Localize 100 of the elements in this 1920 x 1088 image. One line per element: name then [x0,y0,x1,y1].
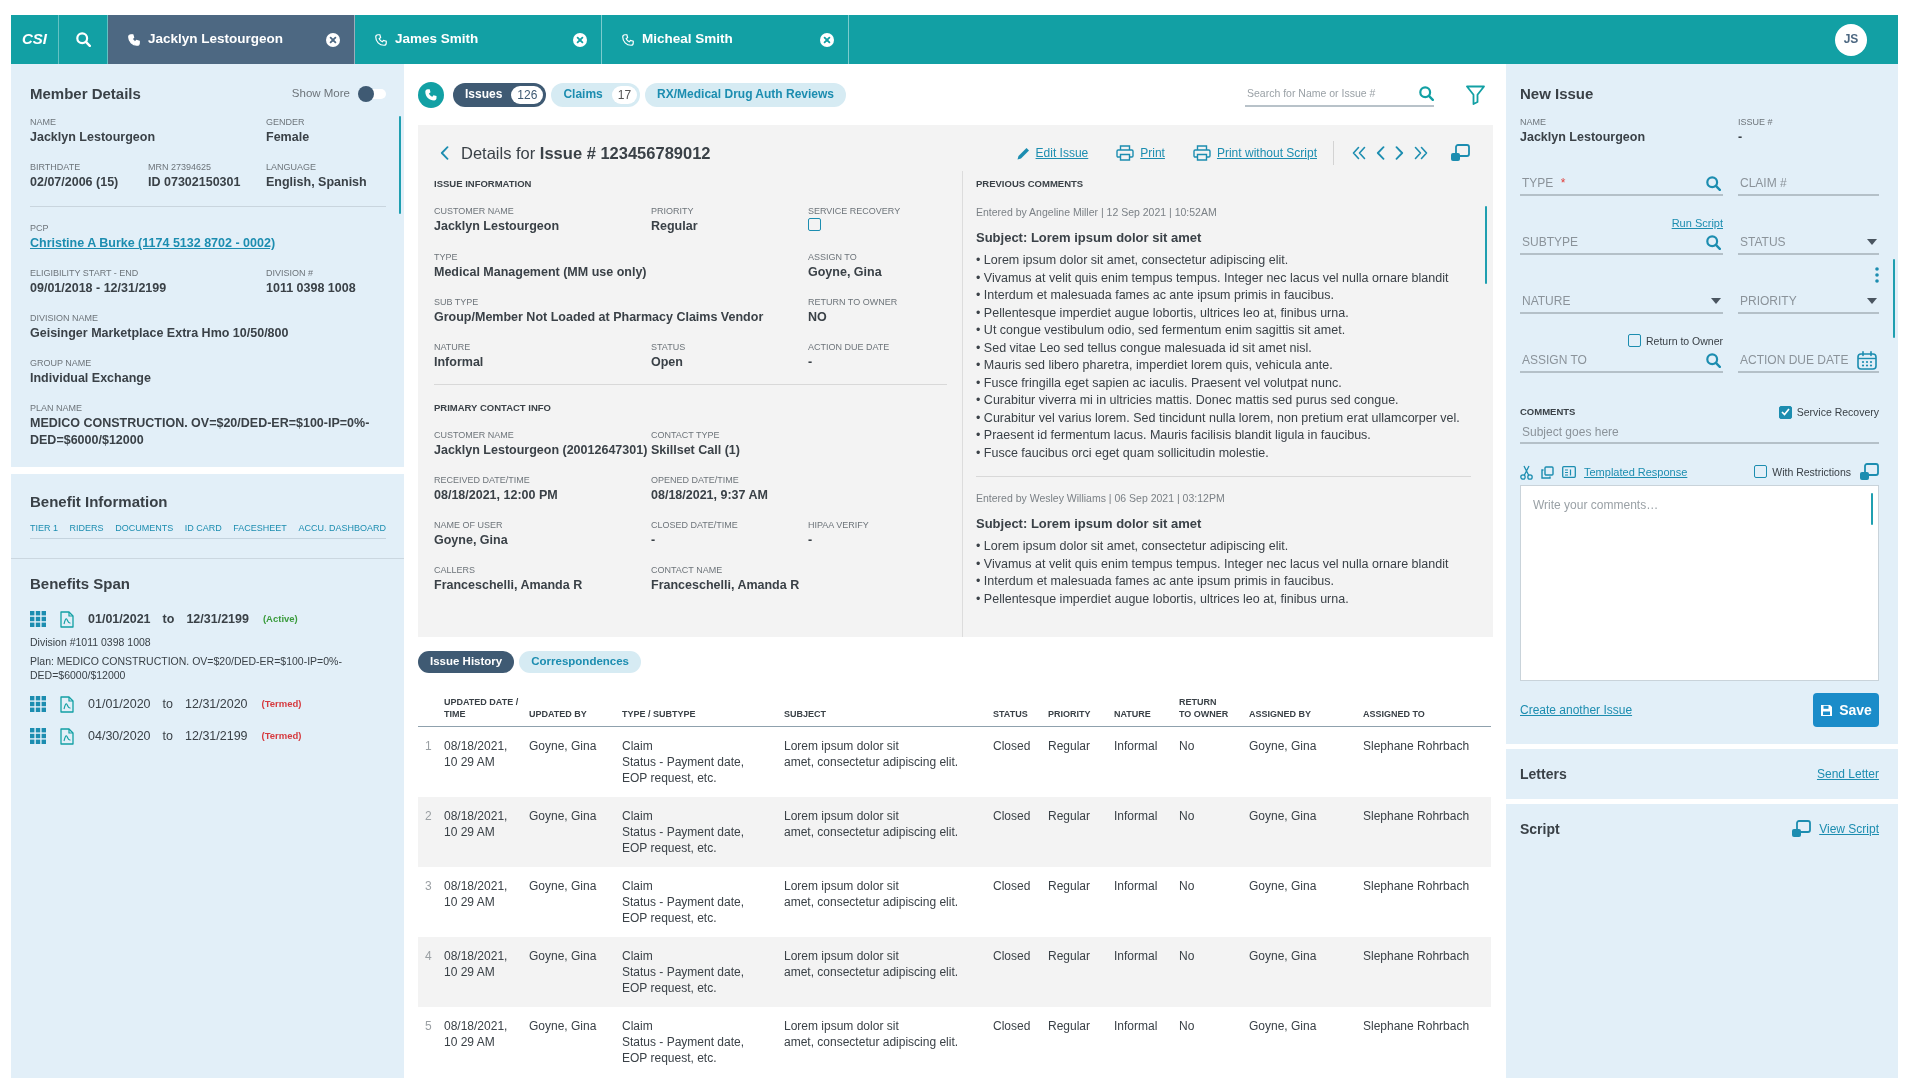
chevron-left-icon[interactable] [1376,146,1385,160]
comment-line: • Pellentesque imperdiet augue lobortis, ultrices leo at, finibus urna. [976,590,1350,608]
table-cell: Lorem ipsum dolor sit amet, consectetur adipiscing elit. [784,936,993,1007]
benefit-link[interactable]: RIDERS [69,522,104,534]
document-icon[interactable] [60,727,74,745]
toolbar-link[interactable]: Print without Script [1192,144,1317,162]
record-tab[interactable]: RX/Medical Drug Auth Reviews [645,82,847,107]
filter-icon[interactable] [1466,84,1485,105]
floppy-icon [1820,703,1834,717]
checkbox[interactable] [1627,334,1641,348]
field-link[interactable]: Run Script [1671,215,1723,231]
panel-title: Member Details [30,84,141,104]
input-field[interactable]: SUBTYPE [1520,233,1702,251]
calendar-icon[interactable] [1857,350,1877,370]
double-chevron-right-icon[interactable] [1414,146,1428,160]
send-letter-link[interactable]: Send Letter [1816,765,1879,783]
scrollbar-thumb[interactable] [1893,259,1895,338]
save-button[interactable]: Save [1813,693,1879,727]
record-tab[interactable]: Claims 17 [551,82,641,107]
comment-subject: Subject: Lorem ipsum dolor sit amet [976,229,1203,247]
grid-icon[interactable] [30,728,46,744]
close-icon[interactable] [573,32,587,47]
checkbox[interactable] [1778,405,1792,419]
grid-icon[interactable] [30,611,46,627]
comment-textarea[interactable]: Write your comments… [1520,485,1879,681]
input-field[interactable]: STATUS [1738,233,1863,251]
history-tab[interactable]: Correspondences [519,651,641,673]
table-cell: Lorem ipsum dolor sit amet, consectetur adipiscing elit. [784,1006,993,1077]
search-icon[interactable] [1706,352,1721,368]
document-icon[interactable] [60,695,74,713]
search-icon[interactable] [1706,175,1721,191]
caret-down-icon[interactable] [1711,298,1721,304]
search-icon[interactable] [1706,234,1721,250]
panel-title: Benefit Information [30,492,169,512]
benefit-link[interactable]: ID CARD [184,522,222,534]
phone-circle-icon[interactable] [418,81,444,108]
chevron-left-icon[interactable] [440,146,449,160]
close-icon[interactable] [820,32,834,47]
details-title: Details for Issue # 123456789012 [461,143,711,164]
window-icon[interactable] [1859,463,1879,481]
kebab-menu-icon[interactable] [1875,267,1879,283]
checkbox[interactable] [808,218,821,231]
table-cell: Informal [1114,936,1179,1007]
benefit-link[interactable]: FACESHEET [233,522,287,534]
checkbox[interactable] [1754,465,1768,479]
table-cell: Closed [993,936,1048,1007]
window-icon[interactable] [1791,820,1812,838]
subject-field[interactable]: Subject goes here [1520,423,1877,441]
template-icon[interactable] [1562,466,1576,478]
scrollbar-thumb[interactable] [399,116,401,214]
benefit-link[interactable]: DOCUMENTS [115,522,174,534]
chevron-right-icon[interactable] [1395,146,1404,160]
column-header: NATURE [1114,692,1179,726]
grid-icon[interactable] [30,696,46,712]
table-cell: No [1179,726,1249,797]
caret-down-icon[interactable] [1867,298,1877,304]
search-field[interactable]: Search for Name or Issue # [1245,86,1419,101]
history-tab[interactable]: Issue History [418,651,515,673]
search-icon[interactable] [1419,86,1434,101]
toolbar-link[interactable]: Print [1116,144,1165,162]
close-icon[interactable] [326,32,340,47]
toolbar-link[interactable]: Edit Issue [1016,144,1089,162]
input-field[interactable]: PRIORITY [1738,292,1863,310]
scrollbar-thumb[interactable] [1871,493,1873,525]
input-field[interactable]: ASSIGN TO [1520,351,1702,369]
phone-icon [128,33,140,46]
field-value: - [808,354,814,371]
field-value: Female [266,129,311,146]
date-text: 12/31/2199 [186,610,249,628]
field-label: RETURN TO OWNER [808,296,899,308]
table-cell: Regular [1048,1006,1114,1077]
caret-down-icon[interactable] [1867,239,1877,245]
templated-response-link[interactable]: Templated Response [1584,464,1688,480]
record-tab[interactable]: Issues 126 [453,82,547,107]
benefit-link[interactable]: TIER 1 [30,522,58,534]
input-field[interactable]: NATURE [1520,292,1707,310]
user-avatar[interactable]: JS [1835,23,1867,56]
benefit-link[interactable]: ACCU. DASHBOARD [298,522,386,534]
input-field[interactable]: TYPE [1520,174,1557,192]
view-script-link[interactable]: View Script [1819,820,1879,838]
toggle-switch[interactable] [358,86,386,102]
table-cell: Goyne, Gina [1249,726,1363,797]
double-chevron-left-icon[interactable] [1352,146,1366,160]
copy-icon[interactable] [1541,465,1554,479]
field-label: LANGUAGE [266,161,317,173]
field-value: - [1738,129,1744,146]
patient-tab[interactable]: Jacklyn Lestourgeon [108,15,355,64]
comment-line: • Curabitur vel varius lorem. Sed tincidunt nulla lorem, non pretium erat ullamcorper vel. [976,409,1461,427]
field-link[interactable]: Christine A Burke (1174 5132 8702 - 0002) [30,235,276,252]
input-field[interactable]: CLAIM # [1738,174,1877,192]
window-icon[interactable] [1450,144,1470,162]
patient-tab[interactable]: Micheal Smith [602,15,849,64]
scissors-icon[interactable] [1520,464,1533,480]
search-icon[interactable] [75,32,91,47]
comment-line: • Lorem ipsum dolor sit amet, consectetur adipiscing elit. [976,252,1290,269]
input-field[interactable]: ACTION DUE DATE [1738,351,1853,369]
printer-icon [1116,145,1135,161]
scrollbar-thumb[interactable] [1485,206,1487,284]
document-icon[interactable] [60,610,74,628]
create-issue-link[interactable]: Create another Issue [1520,701,1633,719]
